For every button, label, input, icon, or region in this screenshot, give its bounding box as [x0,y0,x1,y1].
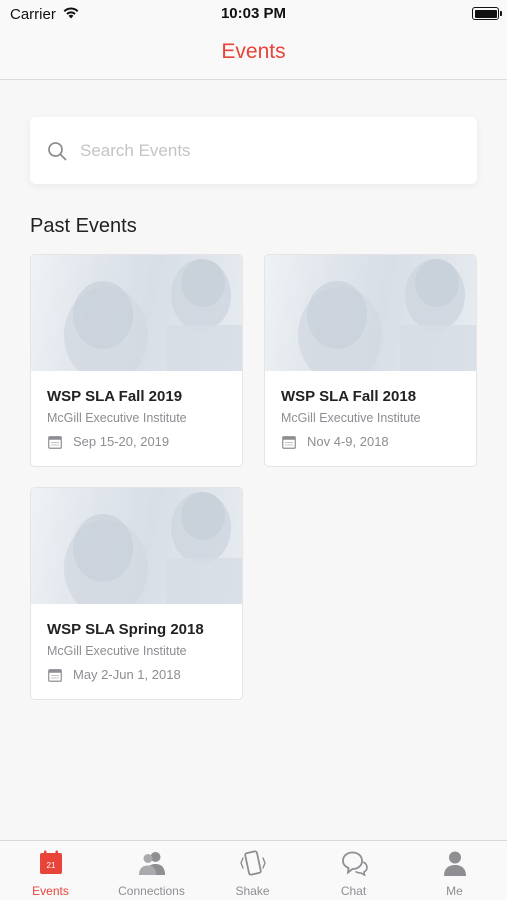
calendar-icon [48,669,62,682]
calendar-icon [282,436,296,449]
event-date: May 2-Jun 1, 2018 [73,667,181,682]
tab-me[interactable]: Me [404,841,505,900]
phone-shake-icon [240,850,266,876]
status-bar: Carrier 10:03 PM [0,0,507,28]
search-icon [48,142,67,161]
calendar-icon: 21 [40,850,62,874]
section-title: Past Events [30,215,137,237]
event-venue: McGill Executive Institute [47,644,187,658]
event-title: WSP SLA Spring 2018 [47,621,204,638]
event-venue: McGill Executive Institute [281,411,421,425]
event-venue: McGill Executive Institute [47,411,187,425]
event-card[interactable]: WSP SLA Fall 2018 McGill Executive Insti… [264,254,477,467]
battery-icon [472,7,502,20]
tab-label: Shake [235,884,270,898]
navigation-bar: Events [0,28,507,80]
event-card[interactable]: WSP SLA Fall 2019 McGill Executive Insti… [30,254,243,467]
person-icon [444,851,466,876]
calendar-badge: 21 [47,861,56,870]
tab-label: Chat [340,884,367,898]
event-title: WSP SLA Fall 2018 [281,388,417,405]
tab-bar: 21 Events Connections Shake Chat Me [0,840,507,900]
event-image [265,255,476,371]
chat-bubbles-icon [342,851,368,877]
tab-label: Connections [118,884,185,898]
clock: 10:03 PM [220,5,287,22]
calendar-icon [48,436,62,449]
tab-connections[interactable]: Connections [101,841,202,900]
event-date: Sep 15-20, 2019 [73,434,170,449]
tab-chat[interactable]: Chat [303,841,404,900]
search-input[interactable] [80,117,460,184]
tab-label: Me [446,884,463,898]
page-title: Events [221,40,286,63]
event-title: WSP SLA Fall 2019 [47,388,183,405]
event-image [31,255,242,371]
event-card[interactable]: WSP SLA Spring 2018 McGill Executive Ins… [30,487,243,700]
tab-shake[interactable]: Shake [202,841,303,900]
tab-label: Events [32,884,69,898]
event-date: Nov 4-9, 2018 [307,434,389,449]
people-icon [139,852,165,875]
search-box[interactable] [30,117,477,184]
tab-events[interactable]: 21 Events [0,841,101,900]
event-image [31,488,242,604]
